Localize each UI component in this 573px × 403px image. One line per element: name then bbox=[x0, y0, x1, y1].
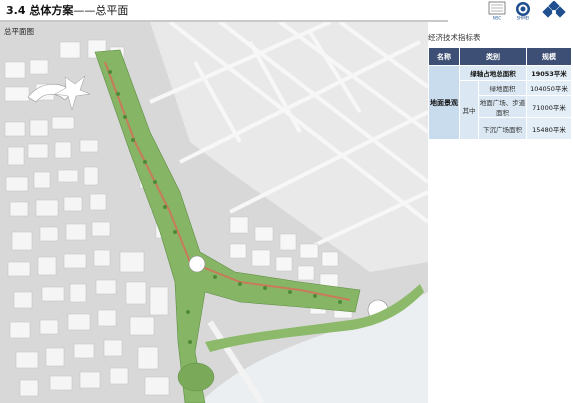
nsc-logo: NSC bbox=[488, 1, 506, 21]
table-title: 经济技术指标表 bbox=[428, 33, 481, 42]
nsc-logo-text: NSC bbox=[493, 16, 502, 21]
row-value-sunken: 15480平米 bbox=[526, 117, 572, 140]
master-plan-drawing bbox=[0, 22, 428, 403]
table-header-category: 类别 bbox=[459, 47, 527, 66]
header: 3.4 总体方案——总平面 NSC SHMEI bbox=[0, 0, 573, 22]
circular-plaza bbox=[188, 255, 206, 273]
table-header-name: 名称 bbox=[428, 47, 460, 66]
page-title: 3.4 总体方案——总平面 bbox=[6, 2, 128, 18]
row-value-total: 19053平米 bbox=[526, 65, 572, 81]
section-subtitle: ——总平面 bbox=[73, 4, 129, 17]
sub-group-cell: 其中 bbox=[459, 80, 479, 140]
info-panel: 经济技术指标表 名称 类别 规模 地面景观 绿轴占地总面积 19053平米 其中… bbox=[428, 22, 573, 403]
row-label-total: 绿轴占地总面积 bbox=[459, 65, 527, 81]
row-label-green: 绿地面积 bbox=[478, 80, 527, 96]
master-plan-map: 总平面图 bbox=[0, 22, 428, 403]
table-header-scale: 规模 bbox=[526, 47, 572, 66]
shmei-logo: SHMEI bbox=[516, 2, 530, 21]
row-value-plaza: 71000平米 bbox=[526, 95, 572, 118]
shmei-logo-text: SHMEI bbox=[517, 16, 530, 21]
diamond-logo-icon bbox=[542, 1, 566, 18]
row-label-sunken: 下沉广场面积 bbox=[478, 117, 527, 140]
economic-indicators-table: 名称 类别 规模 地面景观 绿轴占地总面积 19053平米 其中 绿地面积 10… bbox=[428, 47, 572, 140]
row-label-plaza: 地面广场、步道面积 bbox=[478, 95, 527, 118]
section-number-title: 3.4 总体方案 bbox=[6, 4, 74, 17]
park-south bbox=[177, 362, 215, 392]
row-value-green: 104050平米 bbox=[526, 80, 572, 96]
map-label: 总平面图 bbox=[4, 27, 34, 36]
category-cell: 地面景观 bbox=[428, 65, 460, 140]
